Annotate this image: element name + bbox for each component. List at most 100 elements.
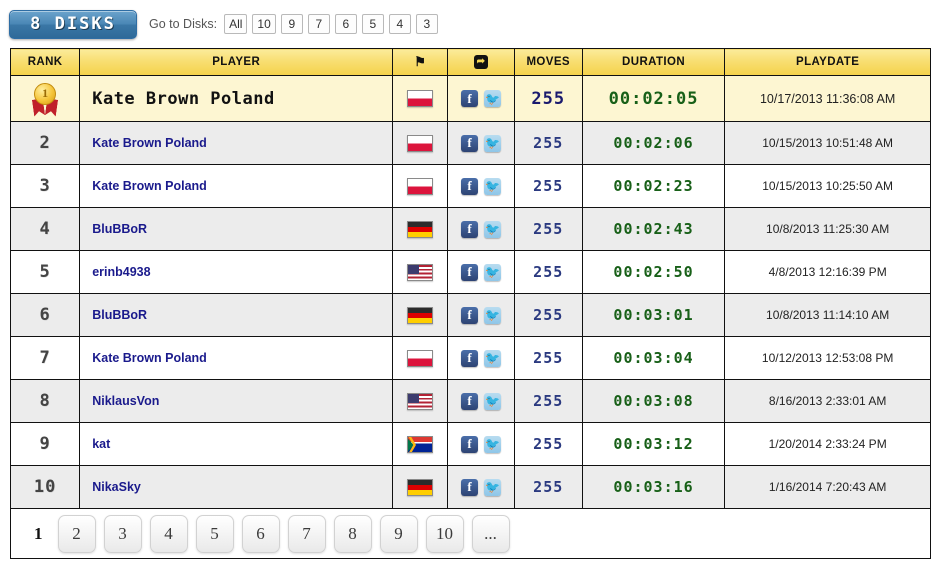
playdate-cell: 10/8/2013 11:14:10 AM	[724, 293, 931, 337]
facebook-share-icon[interactable]: f	[461, 306, 478, 324]
page-button-10[interactable]: 10	[425, 514, 464, 553]
moves-cell: 255	[513, 422, 583, 466]
player-cell: NikaSky	[79, 465, 394, 509]
disk-link-all[interactable]: All	[224, 14, 248, 34]
facebook-share-icon[interactable]: f	[461, 478, 478, 496]
duration-cell: 00:03:01	[581, 293, 726, 337]
share-cell: f 🐦	[447, 379, 515, 423]
twitter-share-icon[interactable]: 🐦	[484, 349, 501, 367]
player-link[interactable]: NiklausVon	[92, 394, 159, 408]
playdate-value: 1/20/2014 2:33:24 PM	[768, 437, 887, 451]
player-link[interactable]: Kate Brown Poland	[92, 179, 207, 193]
rank-cell: 7	[9, 336, 81, 380]
playdate-cell: 1/20/2014 2:33:24 PM	[724, 422, 931, 466]
page-button-3[interactable]: 3	[103, 514, 142, 553]
playdate-cell: 10/15/2013 10:51:48 AM	[724, 121, 931, 165]
playdate-value: 10/8/2013 11:14:10 AM	[766, 308, 890, 322]
flag-cell	[392, 465, 449, 509]
page-button-2[interactable]: 2	[57, 514, 96, 553]
twitter-share-icon[interactable]: 🐦	[484, 263, 501, 281]
duration-value: 00:03:16	[613, 478, 694, 496]
disk-link-6[interactable]: 6	[334, 14, 357, 34]
moves-value: 255	[531, 88, 566, 109]
gold-medal-icon: 1	[28, 82, 62, 116]
moves-cell: 255	[513, 465, 583, 509]
facebook-share-icon[interactable]: f	[461, 435, 478, 453]
flag-cell	[392, 336, 449, 380]
page-button-next-ellipsis[interactable]: ...	[471, 514, 510, 553]
player-link[interactable]: Kate Brown Poland	[92, 351, 207, 365]
column-header-moves[interactable]: MOVES	[513, 48, 583, 76]
column-header-duration[interactable]: DURATION	[581, 48, 726, 76]
column-header-flag[interactable]: ⚑	[392, 48, 449, 76]
table-header-row: RANK PLAYER ⚑ ➦ MOVES DURATION PLAYDATE	[9, 48, 931, 76]
facebook-share-icon[interactable]: f	[461, 349, 478, 367]
twitter-share-icon[interactable]: 🐦	[484, 134, 501, 152]
player-link[interactable]: BluBBoR	[92, 222, 147, 236]
twitter-share-icon[interactable]: 🐦	[484, 177, 501, 195]
moves-cell: 255	[513, 164, 583, 208]
column-header-playdate[interactable]: PLAYDATE	[724, 48, 931, 76]
player-link[interactable]: Kate Brown Poland	[92, 89, 275, 109]
disk-link-9[interactable]: 9	[280, 14, 303, 34]
twitter-share-icon[interactable]: 🐦	[484, 435, 501, 453]
player-link[interactable]: BluBBoR	[92, 308, 147, 322]
flag-cell	[392, 121, 449, 165]
table-row: 5 erinb4938 f 🐦 255 00:02:50 4/8/2013 12:…	[9, 250, 931, 294]
playdate-cell: 8/16/2013 2:33:01 AM	[724, 379, 931, 423]
facebook-share-icon[interactable]: f	[461, 177, 478, 195]
playdate-value: 10/17/2013 11:36:08 AM	[759, 91, 896, 106]
share-cell: f 🐦	[447, 164, 515, 208]
twitter-share-icon[interactable]: 🐦	[484, 306, 501, 324]
flag-cell	[392, 422, 449, 466]
player-link[interactable]: Kate Brown Poland	[92, 136, 207, 150]
facebook-share-icon[interactable]: f	[461, 90, 478, 107]
rank-cell: 3	[9, 164, 81, 208]
moves-cell: 255	[513, 336, 583, 380]
rank-value: 8	[39, 391, 51, 411]
player-link[interactable]: NikaSky	[92, 480, 141, 494]
disk-link-7[interactable]: 7	[307, 14, 330, 34]
player-cell: BluBBoR	[79, 207, 394, 251]
twitter-share-icon[interactable]: 🐦	[484, 90, 501, 107]
column-header-share[interactable]: ➦	[447, 48, 515, 76]
page-button-8[interactable]: 8	[333, 514, 372, 553]
facebook-share-icon[interactable]: f	[461, 263, 478, 281]
player-link[interactable]: kat	[92, 437, 110, 451]
rank-value: 3	[39, 176, 51, 196]
share-cell: f 🐦	[447, 422, 515, 466]
facebook-share-icon[interactable]: f	[461, 220, 478, 238]
playdate-cell: 1/16/2014 7:20:43 AM	[724, 465, 931, 509]
table-row: 4 BluBBoR f 🐦 255 00:02:43 10/8/2013 11:2…	[9, 207, 931, 251]
flag-south-africa-icon	[407, 435, 434, 453]
page-button-4[interactable]: 4	[149, 514, 188, 553]
rank-cell: 4	[9, 207, 81, 251]
column-header-rank[interactable]: RANK	[9, 48, 81, 76]
rank-cell: 9	[9, 422, 81, 466]
rank-value: 10	[33, 477, 57, 497]
facebook-share-icon[interactable]: f	[461, 134, 478, 152]
player-cell: kat	[79, 422, 394, 466]
disk-link-4[interactable]: 4	[388, 14, 411, 34]
playdate-cell: 10/17/2013 11:36:08 AM	[724, 75, 931, 122]
disk-link-10[interactable]: 10	[252, 14, 276, 34]
moves-value: 255	[533, 220, 564, 238]
duration-value: 00:02:50	[613, 263, 694, 281]
duration-value: 00:02:05	[608, 88, 699, 109]
facebook-share-icon[interactable]: f	[461, 392, 478, 410]
page-button-9[interactable]: 9	[379, 514, 418, 553]
column-header-player[interactable]: PLAYER	[79, 48, 394, 76]
playdate-value: 8/16/2013 2:33:01 AM	[768, 394, 887, 408]
disk-link-5[interactable]: 5	[361, 14, 384, 34]
twitter-share-icon[interactable]: 🐦	[484, 392, 501, 410]
page-button-6[interactable]: 6	[241, 514, 280, 553]
twitter-share-icon[interactable]: 🐦	[484, 478, 501, 496]
twitter-share-icon[interactable]: 🐦	[484, 220, 501, 238]
rank-cell: 10	[9, 465, 81, 509]
page-button-5[interactable]: 5	[195, 514, 234, 553]
disk-link-3[interactable]: 3	[415, 14, 438, 34]
flag-icon: ⚑	[414, 54, 427, 69]
page-button-7[interactable]: 7	[287, 514, 326, 553]
share-cell: f 🐦	[447, 250, 515, 294]
player-link[interactable]: erinb4938	[92, 265, 150, 279]
